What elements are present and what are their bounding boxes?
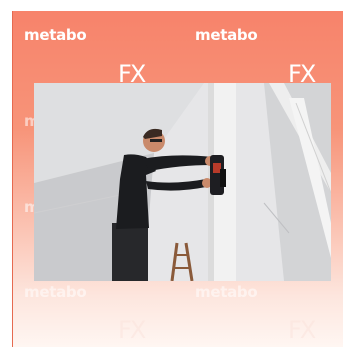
fx-mark-icon: FX [118, 316, 146, 344]
fx-mark-icon: FX [288, 316, 316, 344]
worker-photo-illustration [34, 83, 331, 281]
metabo-logo: metabo [195, 26, 258, 44]
fx-mark-letter: F [118, 316, 132, 344]
metabo-logo: metabo [24, 26, 87, 44]
metabo-logo: metabo [195, 283, 258, 301]
product-photo [34, 83, 331, 281]
metabo-logo: metabo [24, 283, 87, 301]
fx-mark-letter: F [288, 316, 302, 344]
